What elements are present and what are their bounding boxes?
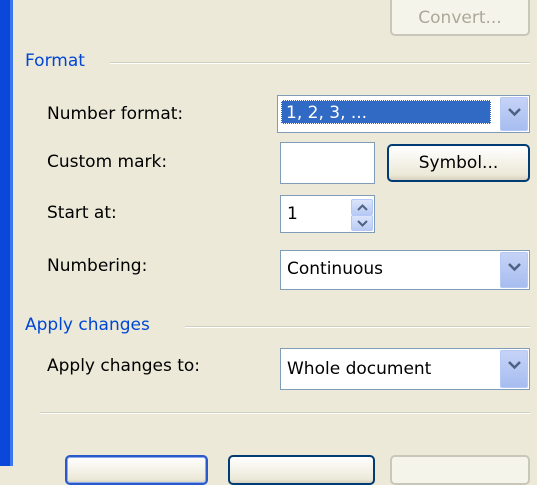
- number-format-dropdown[interactable]: 1, 2, 3, ...: [277, 95, 530, 133]
- numbering-value: Continuous: [287, 259, 384, 279]
- cancel-button[interactable]: [228, 455, 375, 485]
- chevron-down-icon[interactable]: [500, 252, 528, 288]
- start-at-value: 1: [287, 204, 298, 224]
- symbol-button[interactable]: Symbol...: [387, 144, 530, 182]
- window-left-border: [0, 0, 10, 466]
- apply-changes-to-label: Apply changes to:: [47, 356, 201, 376]
- number-format-label: Number format:: [47, 104, 184, 124]
- format-section-divider: [110, 62, 530, 64]
- custom-mark-input[interactable]: [280, 142, 375, 184]
- start-at-spinner[interactable]: 1: [280, 195, 375, 233]
- spin-down-icon[interactable]: [351, 215, 373, 231]
- window-left-border-highlight: [10, 0, 13, 466]
- apply-changes-section-title: Apply changes: [25, 315, 150, 335]
- apply-changes-to-value: Whole document: [287, 359, 432, 379]
- chevron-down-icon[interactable]: [500, 350, 528, 388]
- start-at-spin-buttons[interactable]: [351, 197, 373, 231]
- custom-mark-label: Custom mark:: [47, 152, 168, 172]
- chevron-down-icon[interactable]: [500, 97, 528, 131]
- convert-button[interactable]: Convert...: [390, 0, 530, 36]
- insert-button[interactable]: [65, 455, 208, 485]
- spin-up-icon[interactable]: [351, 199, 373, 215]
- apply-changes-to-dropdown[interactable]: Whole document: [280, 348, 530, 390]
- format-section-title: Format: [25, 51, 85, 71]
- numbering-label: Numbering:: [47, 256, 148, 276]
- numbering-dropdown[interactable]: Continuous: [280, 250, 530, 290]
- start-at-label: Start at:: [47, 203, 117, 223]
- apply-changes-section-divider: [185, 326, 530, 328]
- number-format-value: 1, 2, 3, ...: [281, 100, 491, 124]
- bottom-divider: [40, 412, 530, 414]
- apply-button[interactable]: [390, 455, 530, 485]
